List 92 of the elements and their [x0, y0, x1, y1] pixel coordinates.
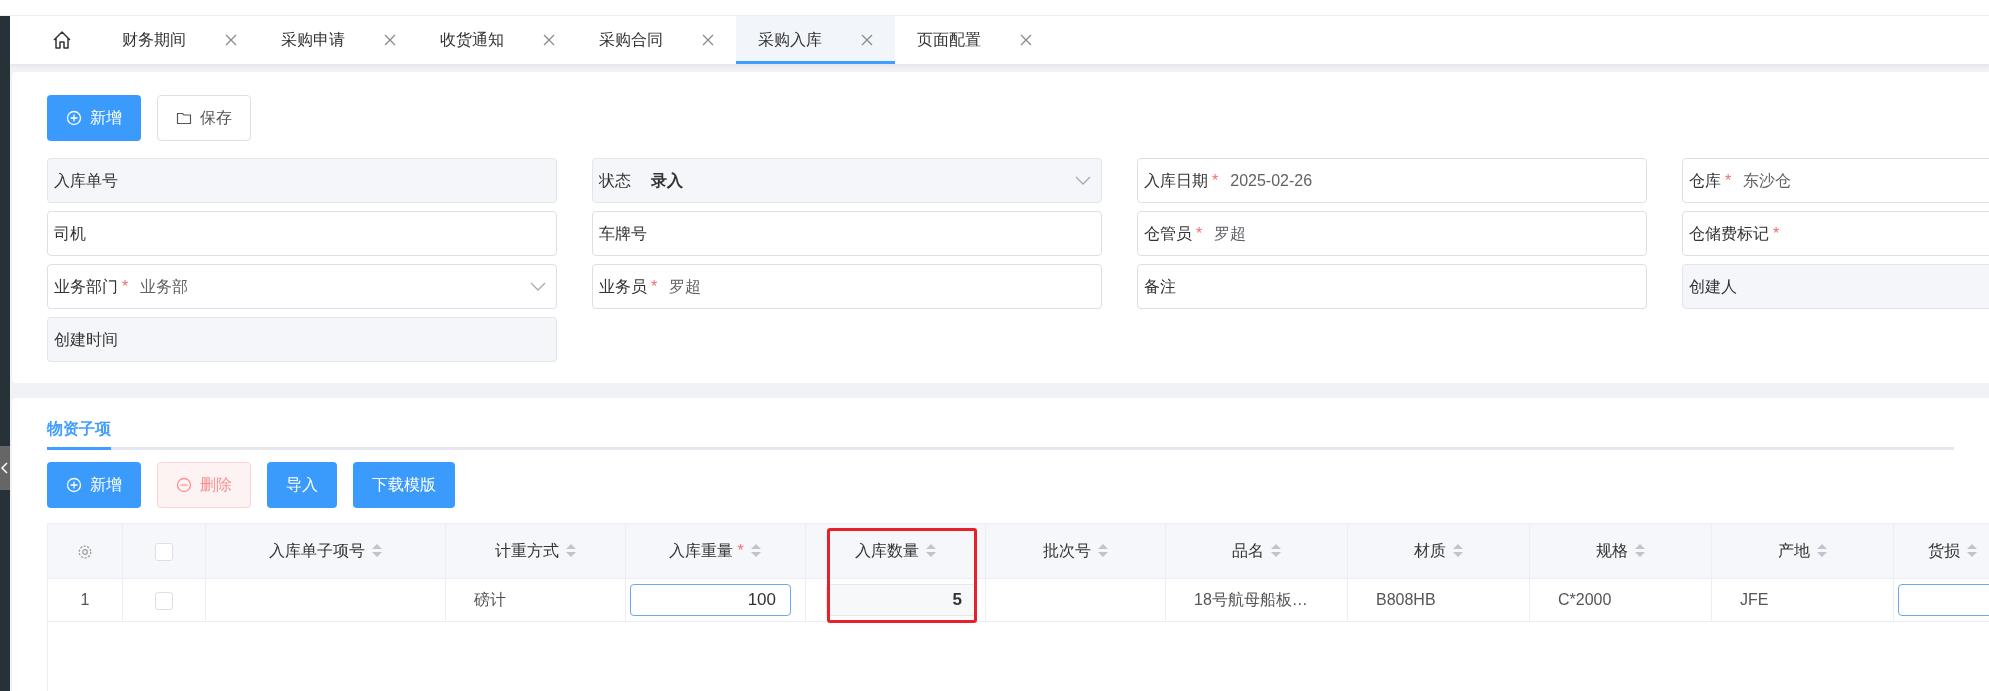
input-field[interactable]: 备注: [1137, 264, 1647, 309]
checkbox[interactable]: [155, 542, 173, 561]
close-icon: [1020, 34, 1032, 46]
input-field[interactable]: 创建人: [1682, 264, 1989, 309]
home-icon: [52, 30, 72, 50]
input-field[interactable]: 仓库 * 东沙仓: [1682, 158, 1989, 203]
table-cell: B808HB: [1376, 591, 1436, 608]
column-header[interactable]: 品名: [1165, 523, 1348, 579]
input-field[interactable]: [1898, 584, 1989, 616]
required-mark: *: [122, 276, 129, 297]
column-header[interactable]: 入库数量: [805, 523, 986, 579]
minus-circle-icon: [176, 477, 192, 493]
close-icon: [384, 34, 396, 46]
input-field[interactable]: 创建时间: [47, 317, 557, 362]
field-label: 备注: [1144, 276, 1176, 297]
chevron-down-icon: [1075, 176, 1091, 185]
close-icon: [543, 34, 555, 46]
sort-icon: [1269, 543, 1282, 558]
table-cell: 磅计: [474, 591, 506, 608]
input-field[interactable]: 仓储费标记 *: [1682, 211, 1989, 256]
field-label: 仓管员: [1144, 223, 1192, 244]
sort-icon: [1965, 543, 1978, 558]
sort-icon: [370, 543, 383, 558]
column-header[interactable]: 批次号: [985, 523, 1166, 579]
column-header[interactable]: 货损: [1893, 523, 1989, 579]
required-mark: *: [1196, 223, 1203, 244]
input-field[interactable]: 司机: [47, 211, 557, 256]
field-label: 车牌号: [599, 223, 647, 244]
page-tab[interactable]: 财务期间: [100, 16, 259, 64]
table-cell: C*2000: [1558, 591, 1612, 608]
column-header[interactable]: 产地: [1711, 523, 1894, 579]
column-header[interactable]: 材质: [1347, 523, 1530, 579]
input-field[interactable]: 入库日期 * 2025-02-26: [1137, 158, 1647, 203]
row-number: 1: [80, 591, 90, 608]
sort-icon: [749, 543, 762, 558]
collapse-handle[interactable]: [0, 446, 10, 490]
field-value: 业务部: [140, 276, 189, 297]
select-field[interactable]: 状态 录入: [592, 158, 1102, 203]
save-button[interactable]: 保存: [157, 95, 251, 141]
required-mark: *: [737, 542, 744, 559]
close-icon: [861, 34, 873, 46]
field-label: 创建时间: [54, 329, 118, 350]
chevron-down-icon: [530, 282, 546, 291]
input-field[interactable]: 5: [826, 584, 977, 616]
field-label: 业务部门: [54, 276, 118, 297]
sort-icon: [1633, 543, 1646, 558]
input-field[interactable]: 业务员 * 罗超: [592, 264, 1102, 309]
input-field[interactable]: 100: [630, 584, 791, 616]
sort-icon: [1451, 543, 1464, 558]
field-label: 司机: [54, 223, 86, 244]
field-label: 入库单号: [54, 170, 118, 191]
checkbox[interactable]: [155, 591, 173, 610]
field-value: 罗超: [669, 276, 702, 297]
field-value: 东沙仓: [1743, 170, 1792, 191]
required-mark: *: [1212, 170, 1219, 191]
sort-icon: [1096, 543, 1109, 558]
field-value: 2025-02-26: [1230, 170, 1313, 191]
field-label: 仓库: [1689, 170, 1721, 191]
field-label: 创建人: [1689, 276, 1737, 297]
sort-icon: [924, 543, 937, 558]
required-mark: *: [651, 276, 658, 297]
folder-icon: [176, 110, 192, 126]
close-icon: [702, 34, 714, 46]
column-header[interactable]: 规格: [1529, 523, 1712, 579]
required-mark: *: [1773, 223, 1780, 244]
sort-icon: [1815, 543, 1828, 558]
field-label: 状态: [599, 170, 631, 191]
table-cell: 18号航母船板…: [1194, 591, 1308, 608]
input-field[interactable]: 仓管员 * 罗超: [1137, 211, 1647, 256]
table-cell: JFE: [1740, 591, 1769, 608]
page-tab[interactable]: 页面配置: [895, 16, 1054, 64]
required-mark: *: [1725, 170, 1732, 191]
field-label: 业务员: [599, 276, 647, 297]
page-tab[interactable]: 采购申请: [259, 16, 418, 64]
input-field[interactable]: 车牌号: [592, 211, 1102, 256]
close-icon: [225, 34, 237, 46]
field-label: 入库日期: [1144, 170, 1208, 191]
select-field[interactable]: 业务部门 * 业务部: [47, 264, 557, 309]
settings-icon: [77, 543, 93, 560]
field-value: 录入: [651, 170, 683, 191]
field-label: 仓储费标记: [1689, 223, 1769, 244]
page-tab[interactable]: 收货通知: [418, 16, 577, 64]
column-header[interactable]: 入库单子项号: [205, 523, 446, 579]
plus-circle-icon: [66, 110, 82, 126]
page-tab[interactable]: 采购合同: [577, 16, 736, 64]
page-tab[interactable]: 采购入库: [736, 16, 895, 64]
column-header[interactable]: 入库重量 *: [625, 523, 806, 579]
column-header[interactable]: 计重方式: [445, 523, 626, 579]
sort-icon: [564, 543, 577, 558]
field-value: 罗超: [1214, 223, 1247, 244]
input-field[interactable]: 入库单号: [47, 158, 557, 203]
plus-circle-icon: [66, 477, 82, 493]
